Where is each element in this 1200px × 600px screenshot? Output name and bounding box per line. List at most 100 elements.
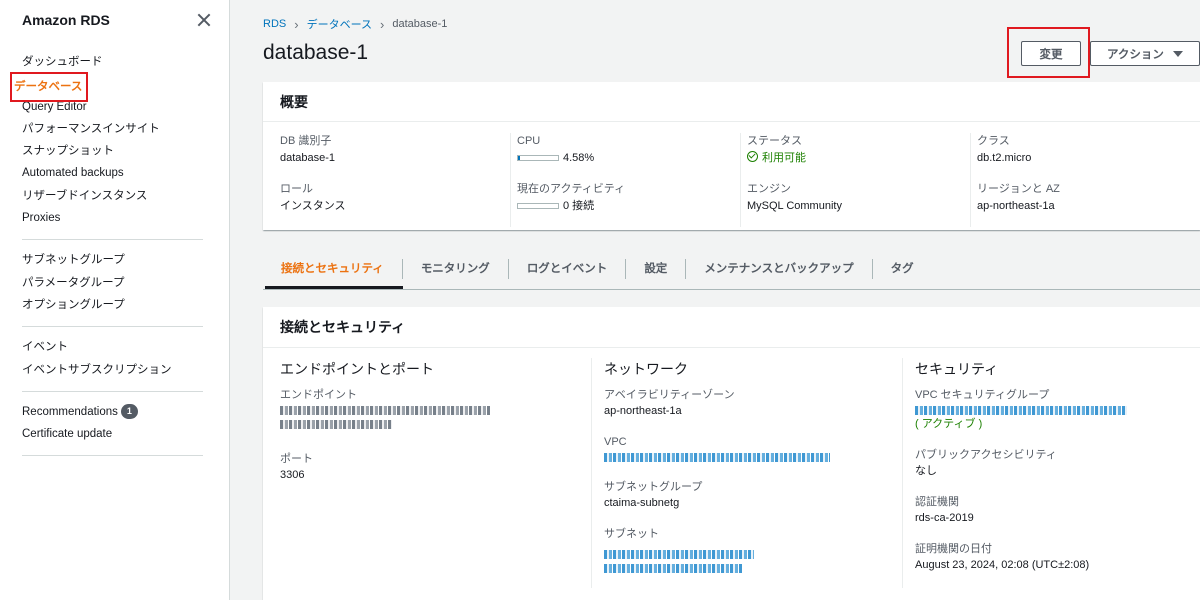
class-value: db.t2.micro [977, 152, 1032, 164]
port-label: ポート [280, 453, 313, 465]
sidebar-item-recommendations[interactable]: Recommendations 1 [22, 401, 229, 423]
redacted-vpc-link[interactable] [604, 453, 830, 462]
status-label: ステータス [747, 135, 802, 147]
caret-down-icon [1173, 51, 1183, 57]
activity-meter [517, 203, 559, 209]
network-section-title: ネットワーク [604, 361, 688, 377]
sidebar-item-dashboard[interactable]: ダッシュボード [22, 51, 229, 73]
redacted-endpoint [280, 406, 490, 415]
breadcrumb: RDS › データベース › database-1 [263, 16, 447, 32]
sidebar-item-certificate-update[interactable]: Certificate update [22, 423, 229, 445]
security-group-label: VPC セキュリティグループ [915, 389, 1050, 401]
security-section-title: セキュリティ [915, 361, 999, 377]
modify-button[interactable]: 変更 [1021, 41, 1081, 66]
sidebar-item-parameter-groups[interactable]: パラメータグループ [22, 272, 229, 294]
summary-col-identifier: DB 識別子 database-1 ロール インスタンス [280, 133, 510, 227]
tab-logs-events[interactable]: ログとイベント [507, 258, 626, 279]
sidebar-divider [22, 390, 203, 392]
redacted-endpoint [280, 420, 392, 429]
cpu-percent: 4.58% [563, 152, 595, 164]
az-label: アベイラビリティーゾーン [604, 389, 735, 401]
redacted-subnet [604, 564, 742, 573]
tab-bar: 接続とセキュリティ モニタリング ログとイベント 設定 メンテナンスとバックアッ… [263, 248, 1200, 290]
status-text: 利用可能 [762, 152, 806, 164]
sidebar-header: Amazon RDS [0, 0, 229, 40]
chevron-right-icon: › [380, 16, 385, 32]
redacted-security-group-link[interactable] [915, 406, 1127, 415]
sidebar-group-extra: Recommendations 1 Certificate update [0, 401, 229, 446]
sidebar-item-automated-backups[interactable]: Automated backups [22, 162, 229, 184]
close-icon[interactable] [197, 13, 211, 27]
engine-label: エンジン [747, 183, 791, 195]
sidebar: Amazon RDS ダッシュボード データベース Query Editor パ… [0, 0, 230, 600]
az-value: ap-northeast-1a [604, 405, 682, 417]
sidebar-group-groups: サブネットグループ パラメータグループ オプショングループ [0, 249, 229, 316]
network-column: ネットワーク アベイラビリティーゾーン ap-northeast-1a VPC … [591, 358, 902, 588]
vpc-label: VPC [604, 436, 627, 448]
check-circle-icon [747, 151, 758, 162]
chevron-right-icon: › [294, 16, 299, 32]
subnet-label: サブネット [604, 528, 659, 540]
role-value: インスタンス [280, 200, 346, 212]
tab-maintenance-backups[interactable]: メンテナンスとバックアップ [685, 258, 871, 279]
status-value: 利用可能 [747, 149, 970, 167]
ca-date-value: August 23, 2024, 02:08 (UTC±2:08) [915, 559, 1090, 571]
subnet-group-value: ctaima-subnetg [604, 497, 680, 509]
subnet-group-label: サブネットグループ [604, 481, 703, 493]
db-identifier-value: database-1 [280, 152, 336, 164]
breadcrumb-current: database-1 [392, 18, 448, 30]
sidebar-divider [22, 239, 203, 241]
cpu-meter [517, 155, 559, 161]
public-access-value: なし [915, 465, 937, 477]
endpoint-section-title: エンドポイントとポート [280, 361, 434, 377]
cpu-value: 4.58% [517, 149, 740, 167]
sidebar-item-option-groups[interactable]: オプショングループ [22, 294, 229, 316]
sidebar-item-performance-insights[interactable]: パフォーマンスインサイト [22, 118, 229, 140]
region-label: リージョンと AZ [977, 183, 1060, 195]
region-value: ap-northeast-1a [977, 200, 1055, 212]
sidebar-group-events: イベント イベントサブスクリプション [0, 336, 229, 381]
page-title: database-1 [263, 41, 369, 64]
sidebar-item-reserved-instances[interactable]: リザーブドインスタンス [22, 185, 229, 207]
ca-label: 認証機関 [915, 496, 959, 508]
breadcrumb-databases[interactable]: データベース [307, 16, 372, 32]
sidebar-item-event-subscriptions[interactable]: イベントサブスクリプション [22, 359, 229, 381]
ca-value: rds-ca-2019 [915, 512, 974, 524]
tab-tags[interactable]: タグ [871, 258, 932, 279]
role-label: ロール [280, 183, 313, 195]
connectivity-grid: エンドポイントとポート エンドポイント ポート 3306 ネットワーク アベイラ… [263, 348, 1200, 588]
active-tab-indicator [265, 286, 403, 289]
class-label: クラス [977, 135, 1010, 147]
security-column: セキュリティ VPC セキュリティグループ ( アクティブ ) パブリックアクセ… [902, 358, 1200, 588]
sidebar-item-proxies[interactable]: Proxies [22, 207, 229, 229]
port-value: 3306 [280, 469, 305, 481]
sidebar-item-snapshots[interactable]: スナップショット [22, 140, 229, 162]
summary-panel: 概要 DB 識別子 database-1 ロール インスタンス CPU 4.58… [263, 82, 1200, 230]
ca-date-label: 証明機関の日付 [915, 543, 992, 555]
sidebar-item-label: データベース [10, 72, 89, 103]
sidebar-item-databases[interactable]: データベース [10, 72, 229, 103]
tab-monitoring[interactable]: モニタリング [401, 258, 508, 279]
activity-label: 現在のアクティビティ [517, 183, 626, 195]
sidebar-group-main: ダッシュボード データベース Query Editor パフォーマンスインサイト… [0, 51, 229, 229]
actions-button-label: アクション [1107, 48, 1164, 61]
breadcrumb-rds[interactable]: RDS [263, 18, 286, 30]
summary-grid: DB 識別子 database-1 ロール インスタンス CPU 4.58% 現… [263, 122, 1200, 227]
sidebar-item-subnet-groups[interactable]: サブネットグループ [22, 249, 229, 271]
tab-configuration[interactable]: 設定 [625, 258, 685, 279]
activity-value: 0 接続 [517, 197, 740, 215]
connectivity-title: 接続とセキュリティ [263, 307, 1200, 348]
summary-col-cpu: CPU 4.58% 現在のアクティビティ 0 接続 [510, 133, 740, 227]
security-group-status: ( アクティブ ) [915, 418, 983, 430]
tab-connectivity-security[interactable]: 接続とセキュリティ [263, 259, 402, 279]
actions-button[interactable]: アクション [1090, 41, 1200, 66]
summary-title: 概要 [263, 82, 1200, 122]
sidebar-item-label: Recommendations [22, 405, 118, 418]
sidebar-divider [22, 326, 203, 328]
summary-col-status: ステータス 利用可能 エンジン MySQL Community [740, 133, 970, 227]
sidebar-title: Amazon RDS [22, 12, 110, 28]
sidebar-item-events[interactable]: イベント [22, 336, 229, 358]
connectivity-panel: 接続とセキュリティ エンドポイントとポート エンドポイント ポート 3306 ネ… [263, 307, 1200, 600]
redacted-subnet [604, 550, 754, 559]
sidebar-divider [22, 455, 203, 457]
